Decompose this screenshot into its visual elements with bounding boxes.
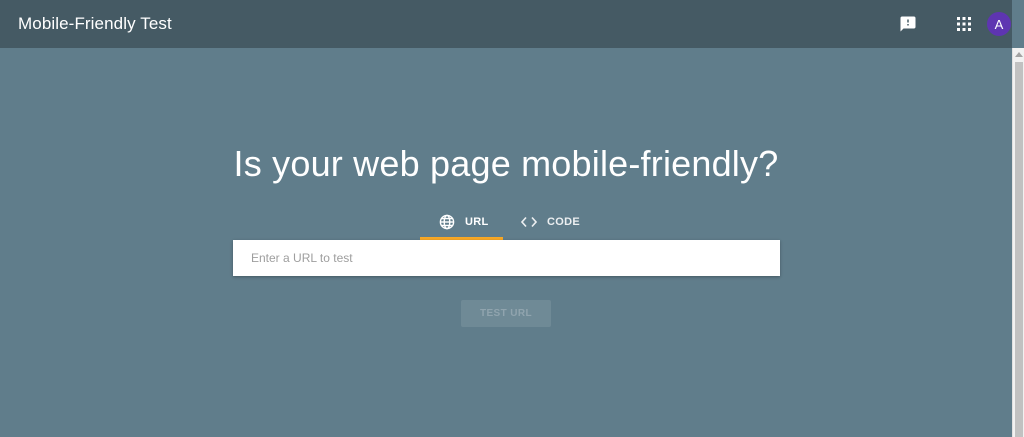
scrollbar-thumb[interactable]: [1015, 62, 1023, 437]
tab-url-label: URL: [465, 215, 489, 228]
apps-grid-icon: [957, 17, 971, 31]
tab-url[interactable]: URL: [420, 206, 503, 240]
test-url-button[interactable]: TEST URL: [461, 300, 551, 327]
input-mode-tabs: URL CODE: [420, 206, 583, 240]
vertical-scrollbar[interactable]: [1012, 48, 1024, 437]
scroll-up-arrow-icon[interactable]: [1015, 52, 1023, 57]
feedback-button[interactable]: [896, 12, 920, 36]
app-title: Mobile-Friendly Test: [18, 14, 172, 33]
tab-code-label: CODE: [547, 215, 580, 228]
account-avatar[interactable]: A: [987, 12, 1011, 36]
apps-button[interactable]: [952, 12, 976, 36]
tab-code[interactable]: CODE: [503, 206, 583, 240]
feedback-icon: [900, 16, 916, 32]
url-input[interactable]: [233, 240, 780, 276]
page-headline: Is your web page mobile-friendly?: [233, 143, 779, 184]
code-brackets-icon: [521, 216, 537, 228]
globe-icon: [439, 214, 455, 230]
top-app-bar: Mobile-Friendly Test A: [0, 0, 1012, 48]
